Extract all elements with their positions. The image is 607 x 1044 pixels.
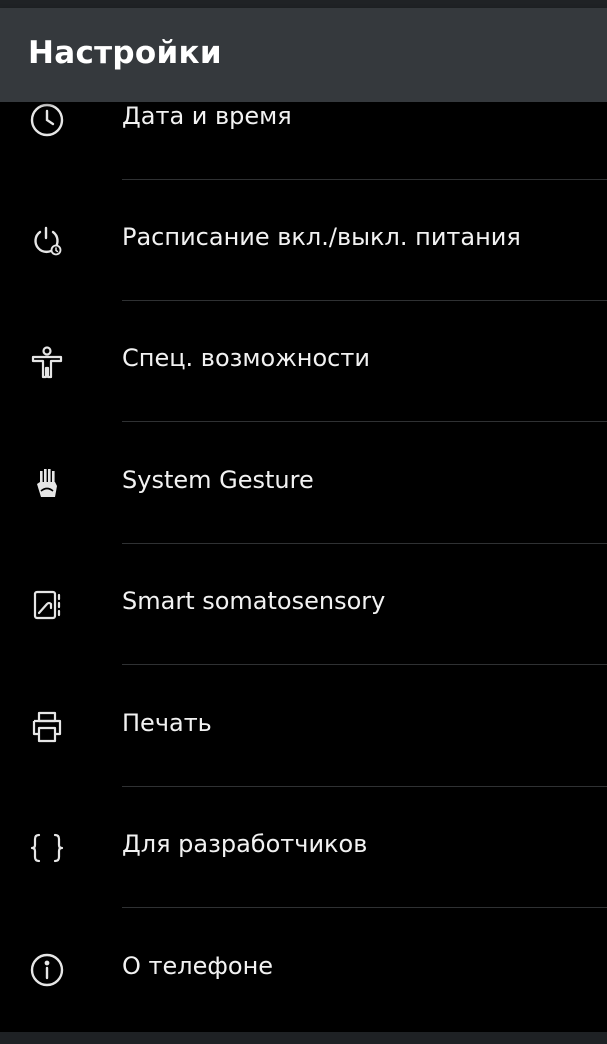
navigation-bar: [0, 1032, 607, 1044]
settings-item-label: Дата и время: [122, 102, 292, 130]
clock-icon: [27, 102, 67, 138]
developer-braces-icon: [27, 830, 67, 866]
settings-item-print[interactable]: Печать: [0, 667, 607, 787]
page-title: Настройки: [28, 35, 222, 71]
divider: [122, 907, 607, 908]
divider: [122, 179, 607, 180]
settings-item-power-schedule[interactable]: Расписание вкл./выкл. питания: [0, 181, 607, 301]
power-schedule-icon: [27, 223, 67, 259]
settings-item-label: System Gesture: [122, 466, 314, 494]
printer-icon: [27, 709, 67, 745]
divider: [122, 421, 607, 422]
settings-item-system-gesture[interactable]: System Gesture: [0, 424, 607, 544]
accessibility-icon: [27, 344, 67, 380]
somatosensory-icon: [27, 587, 67, 623]
settings-item-label: Расписание вкл./выкл. питания: [122, 223, 521, 251]
divider: [122, 543, 607, 544]
app-bar: Настройки: [0, 8, 607, 102]
info-icon: [27, 952, 67, 988]
settings-item-accessibility[interactable]: Спец. возможности: [0, 302, 607, 422]
settings-list: Дата и время Расписание вкл./выкл. питан…: [0, 0, 607, 1044]
divider: [122, 786, 607, 787]
settings-item-label: Спец. возможности: [122, 344, 370, 372]
settings-item-developer[interactable]: Для разработчиков: [0, 788, 607, 908]
settings-item-label: О телефоне: [122, 952, 274, 980]
settings-item-label: Печать: [122, 709, 212, 737]
divider: [122, 664, 607, 665]
settings-item-label: Smart somatosensory: [122, 587, 386, 615]
settings-item-smart-somatosensory[interactable]: Smart somatosensory: [0, 545, 607, 665]
divider: [122, 300, 607, 301]
settings-item-about-phone[interactable]: О телефоне: [0, 910, 607, 1030]
gesture-hand-icon: [27, 466, 67, 502]
settings-item-label: Для разработчиков: [122, 830, 368, 858]
